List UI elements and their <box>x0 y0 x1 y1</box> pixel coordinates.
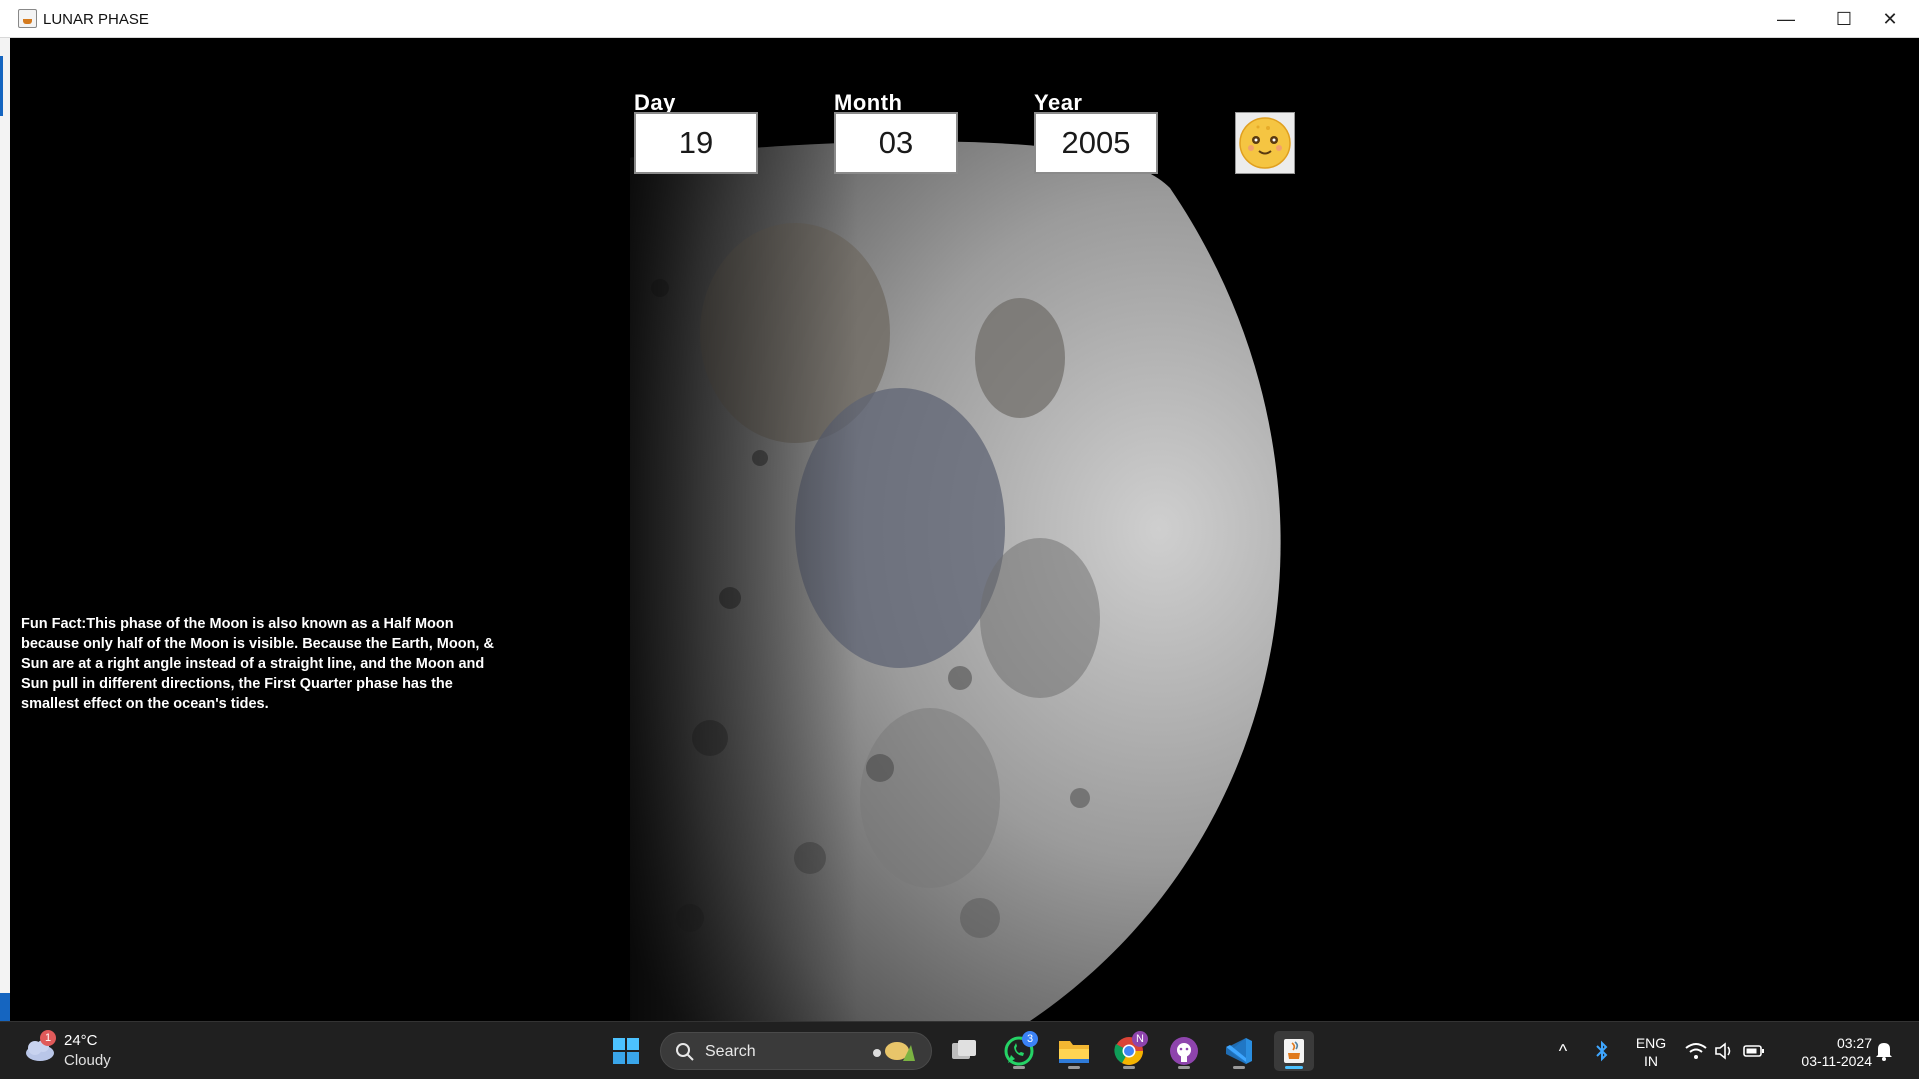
window-title: LUNAR PHASE <box>43 11 149 28</box>
moon-image <box>600 38 1460 1021</box>
show-hidden-icons-button[interactable]: ^ <box>1543 1031 1583 1071</box>
windows-start-icon <box>613 1038 639 1064</box>
weather-badge: 1 <box>40 1030 56 1046</box>
weather-condition: Cloudy <box>64 1052 111 1069</box>
java-icon <box>1284 1039 1304 1063</box>
region-code: IN <box>1644 1053 1658 1069</box>
title-bar: LUNAR PHASE — ☐ ✕ <box>0 0 1919 38</box>
chrome-profile-badge: N <box>1132 1031 1148 1047</box>
minimize-button[interactable]: — <box>1757 0 1815 38</box>
start-button[interactable] <box>606 1031 646 1071</box>
fun-fact-text: Fun Fact:This phase of the Moon is also … <box>21 616 494 712</box>
notifications-button[interactable] <box>1866 1031 1902 1071</box>
vscode-icon <box>1226 1038 1252 1064</box>
github-button[interactable] <box>1164 1031 1204 1071</box>
year-field[interactable]: 2005 <box>1034 112 1158 174</box>
task-view-icon <box>952 1040 976 1059</box>
search-placeholder: Search <box>705 1043 756 1060</box>
sun-face-icon <box>1239 117 1291 169</box>
weather-temp: 24°C <box>64 1032 98 1049</box>
calculate-phase-button[interactable] <box>1235 112 1295 174</box>
clock-date: 03-11-2024 <box>1801 1053 1872 1069</box>
bell-icon <box>1876 1043 1892 1061</box>
clock-time: 03:27 <box>1836 1035 1872 1051</box>
vscode-button[interactable] <box>1219 1031 1259 1071</box>
moon-graphic <box>630 141 1281 1021</box>
file-explorer-button[interactable] <box>1054 1031 1094 1071</box>
java-app-button[interactable] <box>1274 1031 1314 1071</box>
task-view-button[interactable] <box>944 1031 984 1071</box>
taskbar: 1 24°C Cloudy Search 3 N ^ ENG IN 03:27 … <box>0 1021 1919 1079</box>
language-code: ENG <box>1635 1035 1667 1051</box>
wifi-icon <box>1685 1043 1707 1059</box>
java-app-icon <box>18 9 37 28</box>
language-indicator[interactable]: ENG IN <box>1634 1034 1668 1070</box>
taskbar-search[interactable]: Search <box>660 1032 932 1070</box>
close-button[interactable]: ✕ <box>1861 0 1919 38</box>
file-explorer-icon <box>1059 1041 1089 1063</box>
bluetooth-icon <box>1596 1040 1608 1062</box>
day-field[interactable]: 19 <box>634 112 758 174</box>
github-icon <box>1170 1037 1198 1065</box>
left-edge-strip <box>0 38 10 1021</box>
taskbar-clock[interactable]: 03:27 03-11-2024 <box>1782 1034 1872 1070</box>
whatsapp-badge: 3 <box>1022 1031 1038 1047</box>
battery-icon <box>1743 1045 1764 1057</box>
bluetooth-button[interactable] <box>1584 1031 1620 1071</box>
battery-button[interactable] <box>1736 1031 1772 1071</box>
volume-icon <box>1715 1042 1731 1060</box>
month-field[interactable]: 03 <box>834 112 958 174</box>
search-icon <box>676 1043 694 1061</box>
search-highlight-icon <box>873 1042 915 1061</box>
